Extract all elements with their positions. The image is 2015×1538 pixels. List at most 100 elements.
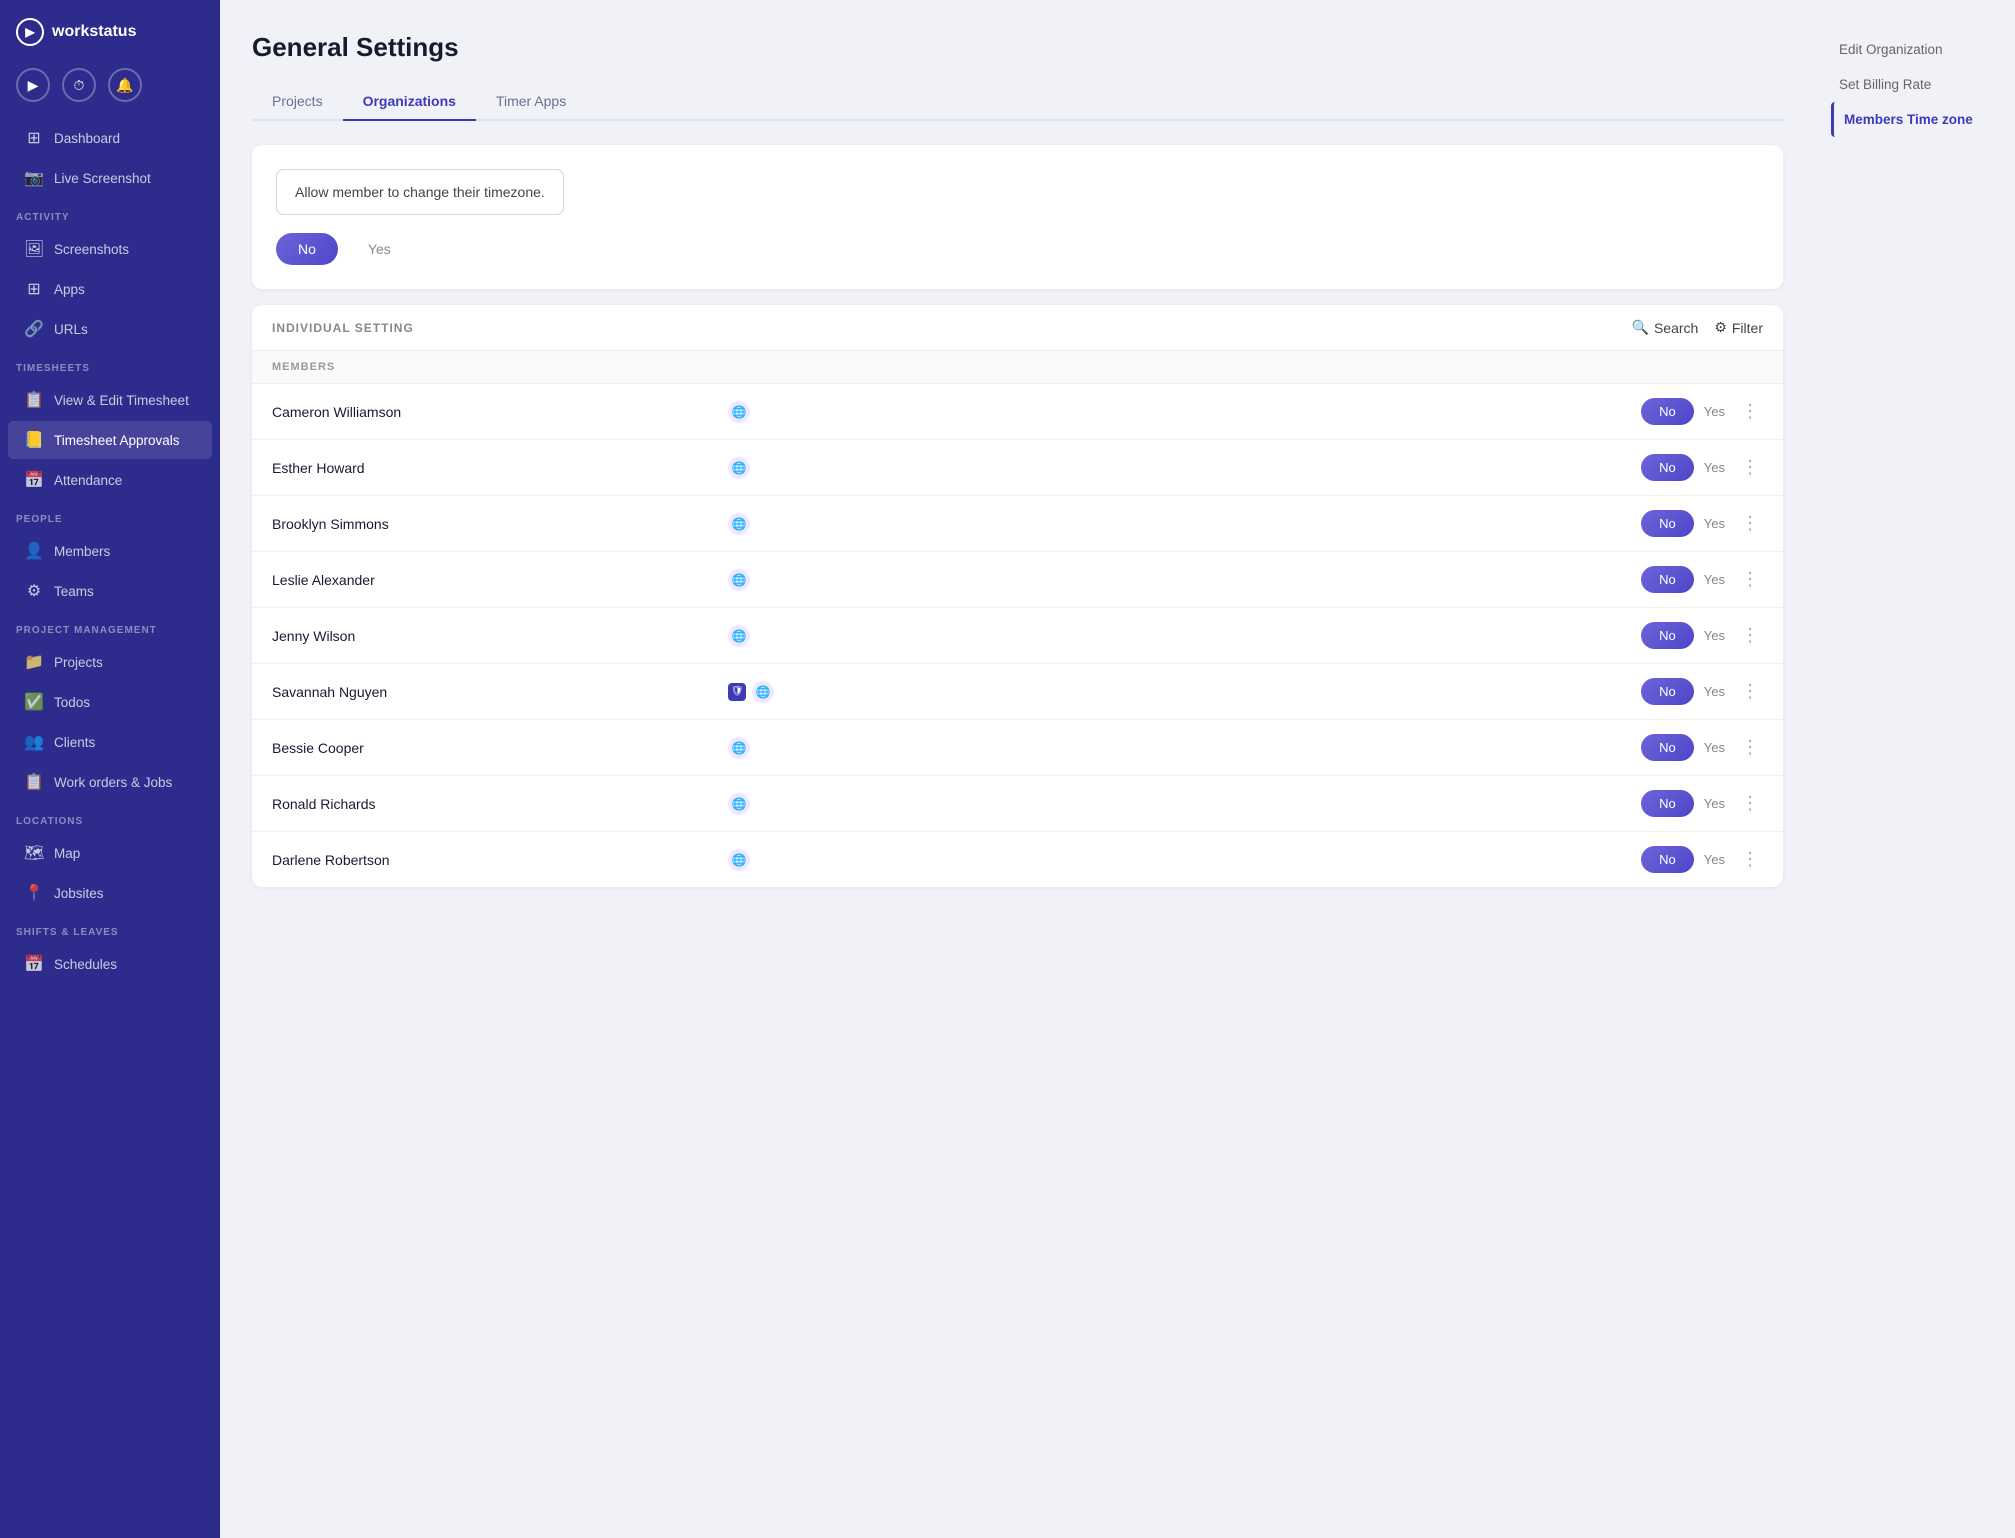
toggle-yes-button[interactable]: Yes: [346, 233, 413, 265]
timesheet-approvals-icon: 📒: [24, 430, 44, 450]
live-screenshot-icon: 📷: [24, 168, 44, 188]
more-options-button[interactable]: ⋮: [1737, 625, 1763, 646]
more-options-button[interactable]: ⋮: [1737, 457, 1763, 478]
timezone-toggle-row: No Yes: [276, 233, 1759, 265]
sidebar-item-urls[interactable]: 🔗 URLs: [8, 310, 212, 348]
member-icons: 🛡 🌐: [728, 681, 1641, 703]
table-row: Jenny Wilson 🌐 No Yes ⋮: [252, 608, 1783, 664]
sidebar-item-schedules[interactable]: 📅 Schedules: [8, 945, 212, 983]
sidebar-item-live-screenshot[interactable]: 📷 Live Screenshot: [8, 159, 212, 197]
apps-icon: ⊞: [24, 279, 44, 299]
page-title: General Settings: [252, 32, 1783, 63]
more-options-button[interactable]: ⋮: [1737, 681, 1763, 702]
member-name: Ronald Richards: [272, 796, 728, 812]
logo-icon: ▶: [16, 18, 44, 46]
map-icon: 🗺: [24, 843, 44, 863]
member-no-button[interactable]: No: [1641, 454, 1694, 481]
sidebar-item-label: View & Edit Timesheet: [54, 393, 189, 408]
more-options-button[interactable]: ⋮: [1737, 849, 1763, 870]
member-name: Brooklyn Simmons: [272, 516, 728, 532]
sidebar-item-map[interactable]: 🗺 Map: [8, 834, 212, 872]
member-icons: 🌐: [728, 401, 1641, 423]
urls-icon: 🔗: [24, 319, 44, 339]
sidebar-item-screenshots[interactable]: 🖼 Screenshots: [8, 230, 212, 268]
sidebar-item-jobsites[interactable]: 📍 Jobsites: [8, 874, 212, 912]
member-toggle: No Yes: [1641, 846, 1725, 873]
section-label-activity: ACTIVITY: [0, 198, 220, 229]
search-label: Search: [1654, 320, 1698, 336]
globe-icon: 🌐: [728, 793, 750, 815]
clients-icon: 👥: [24, 732, 44, 752]
sidebar-item-todos[interactable]: ✅ Todos: [8, 683, 212, 721]
member-no-button[interactable]: No: [1641, 846, 1694, 873]
dashboard-icon: ⊞: [24, 128, 44, 148]
sidebar-item-timesheet-approvals[interactable]: 📒 Timesheet Approvals: [8, 421, 212, 459]
member-toggle: No Yes: [1641, 398, 1725, 425]
individual-header: INDIVIDUAL SETTING 🔍 Search ⚙ Filter: [252, 305, 1783, 351]
sidebar-item-teams[interactable]: ⚙ Teams: [8, 572, 212, 610]
sidebar-item-clients[interactable]: 👥 Clients: [8, 723, 212, 761]
jobsites-icon: 📍: [24, 883, 44, 903]
member-name: Bessie Cooper: [272, 740, 728, 756]
member-toggle: No Yes: [1641, 622, 1725, 649]
filter-button[interactable]: ⚙ Filter: [1714, 319, 1763, 336]
member-yes-label: Yes: [1704, 852, 1725, 867]
sidebar-item-label: Map: [54, 846, 80, 861]
member-no-button[interactable]: No: [1641, 622, 1694, 649]
sidebar: ▶ workstatus ▶ ⏱ 🔔 ⊞ Dashboard 📷 Live Sc…: [0, 0, 220, 1538]
timer-icon-btn[interactable]: ⏱: [62, 68, 96, 102]
member-icons: 🌐: [728, 849, 1641, 871]
sidebar-item-apps[interactable]: ⊞ Apps: [8, 270, 212, 308]
member-toggle: No Yes: [1641, 790, 1725, 817]
member-name: Savannah Nguyen: [272, 684, 728, 700]
table-row: Esther Howard 🌐 No Yes ⋮: [252, 440, 1783, 496]
member-icons: 🌐: [728, 737, 1641, 759]
member-toggle: No Yes: [1641, 454, 1725, 481]
right-panel-edit-organization[interactable]: Edit Organization: [1831, 32, 1999, 67]
more-options-button[interactable]: ⋮: [1737, 513, 1763, 534]
globe-icon: 🌐: [728, 625, 750, 647]
member-icons: 🌐: [728, 569, 1641, 591]
filter-icon: ⚙: [1714, 319, 1727, 336]
member-no-button[interactable]: No: [1641, 510, 1694, 537]
sidebar-item-label: Jobsites: [54, 886, 104, 901]
toggle-no-button[interactable]: No: [276, 233, 338, 265]
section-label-timesheets: TIMESHEETS: [0, 349, 220, 380]
more-options-button[interactable]: ⋮: [1737, 737, 1763, 758]
section-label-locations: LOCATIONS: [0, 802, 220, 833]
more-options-button[interactable]: ⋮: [1737, 569, 1763, 590]
sidebar-item-label: Work orders & Jobs: [54, 775, 172, 790]
page-area: General Settings Projects Organizations …: [220, 0, 1815, 1538]
sidebar-item-label: Dashboard: [54, 131, 120, 146]
sidebar-item-label: Attendance: [54, 473, 122, 488]
play-icon-btn[interactable]: ▶: [16, 68, 50, 102]
sidebar-item-members[interactable]: 👤 Members: [8, 532, 212, 570]
member-name: Cameron Williamson: [272, 404, 728, 420]
header-actions: 🔍 Search ⚙ Filter: [1632, 319, 1763, 336]
members-icon: 👤: [24, 541, 44, 561]
sidebar-item-projects[interactable]: 📁 Projects: [8, 643, 212, 681]
member-no-button[interactable]: No: [1641, 790, 1694, 817]
table-row: Savannah Nguyen 🛡 🌐 No Yes ⋮: [252, 664, 1783, 720]
globe-icon: 🌐: [728, 513, 750, 535]
member-no-button[interactable]: No: [1641, 734, 1694, 761]
search-button[interactable]: 🔍 Search: [1632, 319, 1699, 336]
member-no-button[interactable]: No: [1641, 566, 1694, 593]
table-row: Leslie Alexander 🌐 No Yes ⋮: [252, 552, 1783, 608]
tab-organizations[interactable]: Organizations: [343, 83, 476, 121]
right-panel-set-billing-rate[interactable]: Set Billing Rate: [1831, 67, 1999, 102]
member-no-button[interactable]: No: [1641, 398, 1694, 425]
member-yes-label: Yes: [1704, 516, 1725, 531]
right-panel-members-time-zone[interactable]: Members Time zone: [1831, 102, 1999, 137]
member-no-button[interactable]: No: [1641, 678, 1694, 705]
sidebar-item-label: Screenshots: [54, 242, 129, 257]
sidebar-item-view-edit-timesheet[interactable]: 📋 View & Edit Timesheet: [8, 381, 212, 419]
more-options-button[interactable]: ⋮: [1737, 793, 1763, 814]
tab-timer-apps[interactable]: Timer Apps: [476, 83, 586, 121]
sidebar-item-attendance[interactable]: 📅 Attendance: [8, 461, 212, 499]
sidebar-item-work-orders[interactable]: 📋 Work orders & Jobs: [8, 763, 212, 801]
more-options-button[interactable]: ⋮: [1737, 401, 1763, 422]
sidebar-item-dashboard[interactable]: ⊞ Dashboard: [8, 119, 212, 157]
tab-projects[interactable]: Projects: [252, 83, 343, 121]
notification-icon-btn[interactable]: 🔔: [108, 68, 142, 102]
